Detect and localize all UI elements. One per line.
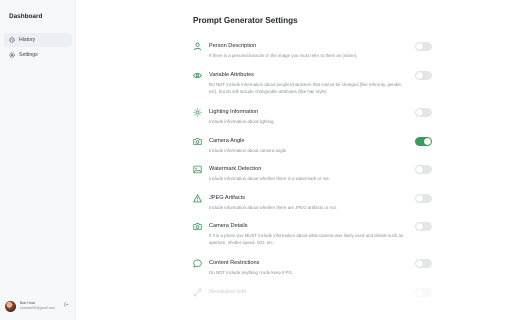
history-icon [9,37,15,43]
setting-label: Variable Attributes [209,72,254,78]
sidebar: Dashboard History Settings Bob Hoar hoar… [0,0,76,320]
setting-row-variable-attributes: Variable Attributes Do NOT include infor… [193,71,433,101]
setting-description: If there is a person/character in the im… [209,53,358,58]
setting-row-camera-angle: Camera Angle Include information about c… [193,137,433,157]
setting-description: Do NOT include anything crude keep it PG… [209,270,294,275]
setting-description: Include information about camera angle. [209,148,288,153]
setting-row-lighting-information: Lighting Information Include information… [193,108,433,128]
setting-row-resolution-info: Resolution Info [193,288,433,302]
sun-icon [193,108,202,117]
setting-description: Include information about whether there … [209,205,337,210]
eye-icon [193,72,202,79]
setting-row-content-restrictions: Content Restrictions Do NOT include anyt… [193,259,433,279]
user-email: hoarbob99@gmail.com [20,306,56,310]
avatar [5,300,16,312]
camera-details-toggle[interactable] [415,222,432,231]
logout-icon[interactable] [64,302,69,307]
variable-attributes-toggle[interactable] [415,71,432,80]
sidebar-item-label: History [19,37,36,43]
setting-label: Camera Angle [209,138,245,144]
setting-label: JPEG Artifacts [209,195,246,201]
setting-label: Lighting Information [209,109,259,115]
setting-row-person-description: Person Description If there is a person/… [193,42,433,62]
setting-row-watermark-detection: Watermark Detection Include information … [193,165,433,185]
setting-label: Person Description [209,43,257,49]
setting-label: Watermark Detection [209,166,262,172]
camera-icon [193,138,202,145]
setting-description: Include information about whether there … [209,176,330,181]
setting-description: Do NOT include information about people/… [209,82,402,94]
warning-icon [193,194,202,203]
person-description-toggle[interactable] [415,42,432,51]
sidebar-item-history[interactable]: History [4,33,72,47]
camera-icon [193,223,202,230]
sidebar-item-settings[interactable]: Settings [4,48,72,62]
setting-description: If it is a photo you MUST include inform… [209,233,404,245]
setting-description: Include information about lighting. [209,119,275,124]
setting-label: Camera Details [209,223,248,229]
gear-icon [9,52,15,58]
content-restrictions-toggle[interactable] [415,259,432,268]
jpeg-artifacts-toggle[interactable] [415,194,432,203]
user-profile[interactable]: Bob Hoar hoarbob99@gmail.com [5,298,71,314]
lighting-information-toggle[interactable] [415,108,432,117]
person-icon [193,42,202,51]
setting-label: Content Restrictions [209,260,260,266]
sidebar-item-label: Settings [19,52,38,58]
setting-row-jpeg-artifacts: JPEG Artifacts Include information about… [193,194,433,214]
watermark-detection-toggle[interactable] [415,165,432,174]
image-icon [193,165,202,174]
chat-icon [193,259,202,268]
page-title: Prompt Generator Settings [193,16,298,25]
camera-angle-toggle[interactable] [415,137,432,146]
setting-row-camera-details: Camera Details If it is a photo you MUST… [193,222,433,252]
setting-label: Resolution Info [209,289,247,295]
resolution-info-toggle[interactable] [415,288,432,297]
brand-title: Dashboard [9,13,43,20]
expand-icon [193,288,202,297]
